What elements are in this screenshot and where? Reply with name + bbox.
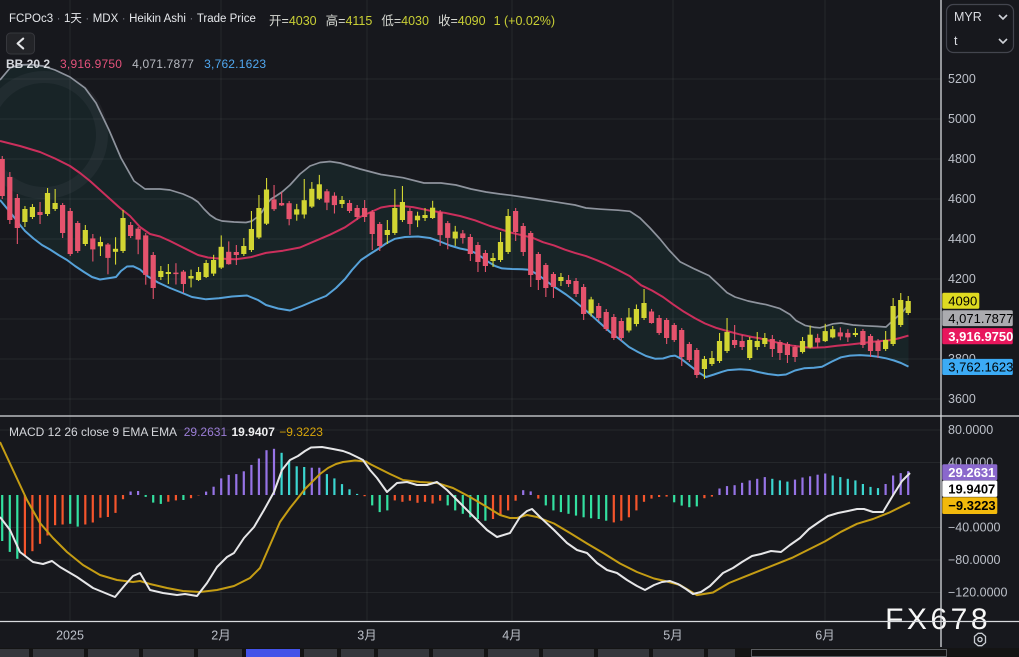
svg-text:2月: 2月: [211, 629, 230, 643]
svg-text:FX678: FX678: [885, 603, 991, 636]
svg-text:−40.0000: −40.0000: [948, 521, 1001, 535]
svg-text:3,916.9750: 3,916.9750: [948, 329, 1013, 344]
svg-text:4600: 4600: [948, 192, 976, 206]
svg-text:2025: 2025: [56, 629, 84, 643]
svg-text:5月: 5月: [663, 629, 682, 643]
svg-text:4,071.7877: 4,071.7877: [948, 311, 1013, 326]
svg-text:MYR: MYR: [954, 10, 982, 24]
svg-text:29.2631: 29.2631: [948, 465, 995, 480]
svg-text:4400: 4400: [948, 232, 976, 246]
svg-text:19.9407: 19.9407: [948, 481, 995, 496]
svg-text:3,762.1623: 3,762.1623: [948, 360, 1013, 375]
svg-text:3600: 3600: [948, 392, 976, 406]
svg-text:4200: 4200: [948, 272, 976, 286]
svg-text:−120.0000: −120.0000: [948, 586, 1007, 600]
svg-text:5000: 5000: [948, 112, 976, 126]
svg-text:t: t: [954, 34, 958, 48]
svg-text:5200: 5200: [948, 72, 976, 86]
svg-text:6月: 6月: [815, 629, 834, 643]
svg-text:3月: 3月: [357, 629, 376, 643]
svg-text:4090: 4090: [948, 293, 977, 308]
svg-text:−9.3223: −9.3223: [948, 498, 995, 513]
svg-text:−80.0000: −80.0000: [948, 553, 1001, 567]
svg-text:80.0000: 80.0000: [948, 423, 993, 437]
svg-text:4月: 4月: [502, 629, 521, 643]
svg-text:4800: 4800: [948, 152, 976, 166]
